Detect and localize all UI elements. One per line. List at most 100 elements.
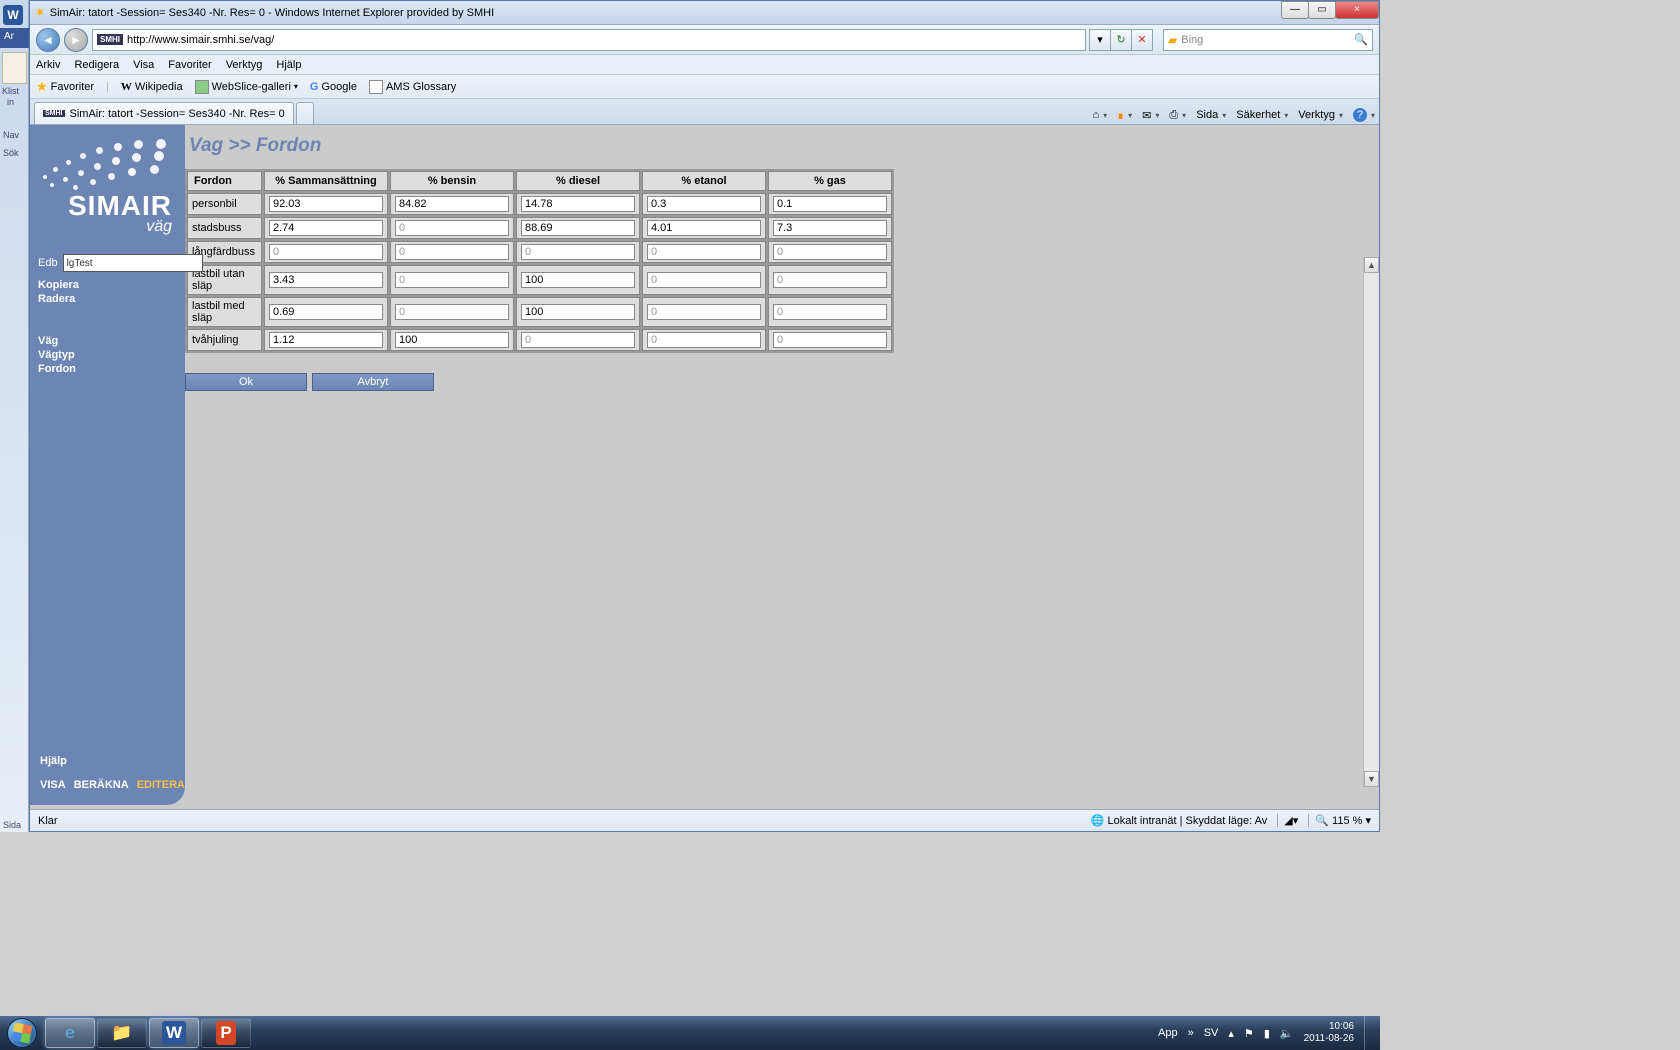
cell-input[interactable] — [395, 244, 509, 260]
cell-input[interactable] — [521, 332, 635, 348]
tray-flag-icon[interactable]: ⚑ — [1244, 1027, 1254, 1040]
cell-input[interactable] — [521, 304, 635, 320]
favbar-wikipedia[interactable]: WWikipedia — [121, 81, 183, 93]
page-menu[interactable]: Sida — [1196, 109, 1226, 121]
cell-input[interactable] — [647, 332, 761, 348]
cell-input[interactable] — [773, 332, 887, 348]
tools-menu[interactable]: Verktyg — [1298, 109, 1343, 121]
back-button[interactable]: ◄ — [36, 28, 60, 52]
scroll-up-icon[interactable]: ▲ — [1364, 257, 1379, 273]
cell-input[interactable] — [269, 304, 383, 320]
sidebar-vag[interactable]: Väg — [38, 334, 177, 348]
menu-hjalp[interactable]: Hjälp — [276, 59, 301, 71]
vertical-scrollbar[interactable]: ▲ ▼ — [1363, 257, 1379, 787]
tray-clock[interactable]: 10:06 2011-08-26 — [1304, 1021, 1354, 1045]
sidebar-help[interactable]: Hjälp — [40, 755, 67, 767]
taskbar-explorer[interactable]: 📁 — [97, 1018, 147, 1048]
close-button[interactable]: × — [1335, 1, 1379, 19]
cell-input[interactable] — [521, 272, 635, 288]
safety-menu[interactable]: Säkerhet — [1236, 109, 1288, 121]
taskbar-word[interactable]: W — [149, 1018, 199, 1048]
taskbar-powerpoint[interactable]: P — [201, 1018, 251, 1048]
cell-input[interactable] — [773, 196, 887, 212]
cell-input[interactable] — [521, 244, 635, 260]
ok-button[interactable]: Ok — [185, 373, 307, 391]
cell-input[interactable] — [395, 220, 509, 236]
menu-redigera[interactable]: Redigera — [74, 59, 119, 71]
mode-visa[interactable]: VISA — [40, 779, 66, 791]
menu-arkiv[interactable]: Arkiv — [36, 59, 60, 71]
address-bar[interactable]: SMHI http://www.simair.smhi.se/vag/ — [92, 29, 1086, 51]
start-button[interactable] — [0, 1016, 44, 1050]
cell-input[interactable] — [395, 272, 509, 288]
cell — [642, 217, 766, 239]
taskbar-ie[interactable]: e — [45, 1018, 95, 1048]
sidebar-kopiera[interactable]: Kopiera — [38, 278, 177, 292]
tray-chevrons-icon[interactable]: » — [1188, 1027, 1194, 1039]
cancel-button[interactable]: Avbryt — [312, 373, 434, 391]
cell-input[interactable] — [773, 272, 887, 288]
tray-app[interactable]: App — [1158, 1027, 1178, 1039]
search-go-icon[interactable]: 🔍 — [1354, 33, 1368, 46]
protected-mode-dropdown[interactable]: ◢▾ — [1277, 814, 1298, 827]
cell-input[interactable] — [269, 244, 383, 260]
home-button[interactable]: ⌂ — [1092, 109, 1107, 121]
forward-button[interactable]: ► — [64, 28, 88, 52]
refresh-button[interactable]: ↻ — [1110, 29, 1132, 51]
cell-input[interactable] — [269, 332, 383, 348]
tray-show-hidden-icon[interactable]: ▴ — [1228, 1027, 1234, 1040]
favorites-button[interactable]: ★Favoriter — [36, 79, 94, 95]
nav-row: ◄ ► SMHI http://www.simair.smhi.se/vag/ … — [30, 25, 1379, 55]
menu-visa[interactable]: Visa — [133, 59, 154, 71]
stop-button[interactable]: ✕ — [1131, 29, 1153, 51]
tray-network-icon[interactable]: ▮ — [1264, 1027, 1270, 1040]
cell-input[interactable] — [647, 244, 761, 260]
cell-input[interactable] — [521, 220, 635, 236]
cell-input[interactable] — [395, 304, 509, 320]
ie-window: ✶ SimAir: tatort -Session= Ses340 -Nr. R… — [29, 0, 1380, 832]
cell-input[interactable] — [647, 220, 761, 236]
url-text: http://www.simair.smhi.se/vag/ — [127, 34, 274, 46]
search-box[interactable]: ▰ Bing 🔍 — [1163, 29, 1373, 51]
scroll-down-icon[interactable]: ▼ — [1364, 771, 1379, 787]
mail-button[interactable]: ✉ — [1142, 109, 1159, 122]
tray-volume-icon[interactable]: 🔈 — [1280, 1027, 1294, 1040]
zoom-control[interactable]: 🔍 115 % ▾ — [1308, 814, 1371, 827]
browser-tab[interactable]: SMHI SimAir: tatort -Session= Ses340 -Nr… — [34, 102, 294, 124]
help-button[interactable]: ? — [1353, 108, 1375, 122]
menu-favoriter[interactable]: Favoriter — [168, 59, 211, 71]
cell-input[interactable] — [395, 332, 509, 348]
favbar-webslice[interactable]: WebSlice-galleri▾ — [195, 80, 298, 94]
minimize-button[interactable]: — — [1281, 1, 1309, 19]
row-label: tvåhjuling — [187, 329, 262, 351]
cell-input[interactable] — [773, 304, 887, 320]
cell-input[interactable] — [647, 304, 761, 320]
sidebar-radera[interactable]: Radera — [38, 292, 177, 306]
cell-input[interactable] — [269, 272, 383, 288]
cell-input[interactable] — [395, 196, 509, 212]
print-button[interactable]: ⎙ — [1169, 109, 1186, 122]
favbar-google[interactable]: GGoogle — [310, 81, 357, 93]
cell-input[interactable] — [521, 196, 635, 212]
cell-input[interactable] — [773, 220, 887, 236]
cell — [390, 217, 514, 239]
cell-input[interactable] — [773, 244, 887, 260]
dropdown-addr-button[interactable]: ▾ — [1089, 29, 1111, 51]
menu-verktyg[interactable]: Verktyg — [226, 59, 263, 71]
tray-lang[interactable]: SV — [1204, 1027, 1219, 1039]
clipboard-label-2: in — [7, 97, 14, 107]
edb-select[interactable] — [63, 254, 203, 272]
cell-input[interactable] — [269, 220, 383, 236]
feeds-button[interactable]: ∎ — [1117, 109, 1132, 122]
maximize-button[interactable]: ▭ — [1308, 1, 1336, 19]
sidebar-fordon[interactable]: Fordon — [38, 362, 177, 376]
favbar-ams[interactable]: AMS Glossary — [369, 80, 456, 94]
mode-editera[interactable]: EDITERA — [137, 779, 185, 791]
cell-input[interactable] — [269, 196, 383, 212]
cell-input[interactable] — [647, 272, 761, 288]
new-tab-button[interactable] — [296, 102, 314, 124]
cell-input[interactable] — [647, 196, 761, 212]
sidebar-vagtyp[interactable]: Vägtyp — [38, 348, 177, 362]
show-desktop-button[interactable] — [1364, 1016, 1372, 1050]
mode-berakna[interactable]: BERÄKNA — [74, 779, 129, 791]
